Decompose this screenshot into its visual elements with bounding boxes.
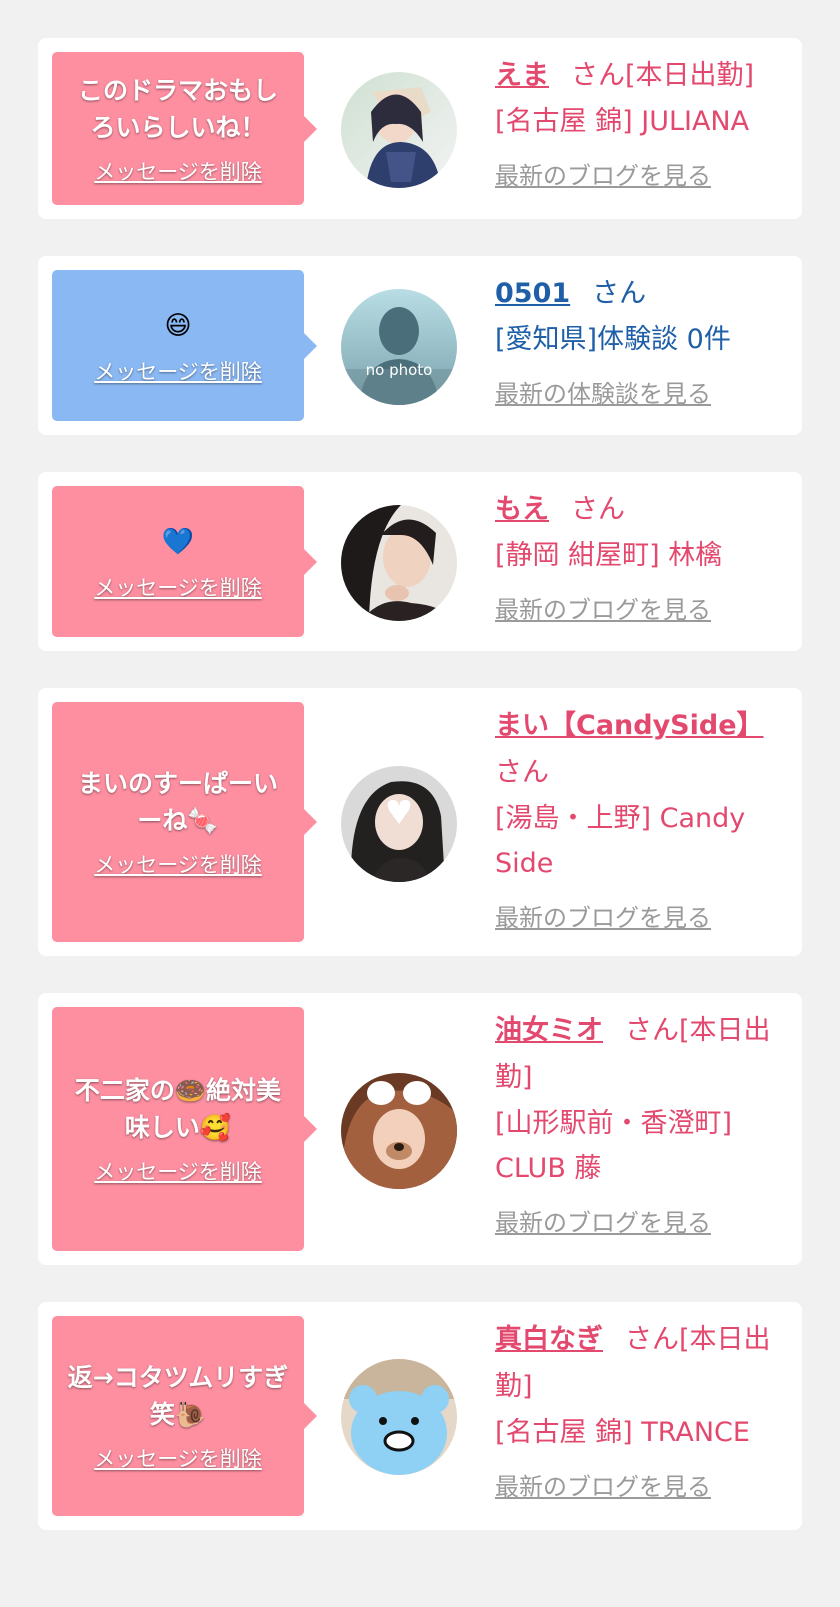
sender-name-link[interactable]: まい【CandySide】 <box>495 710 764 741</box>
sender-area: [名古屋 錦] JULIANA <box>495 106 750 137</box>
sender-info: まい【CandySide】 さん [湯島・上野] Candy Side 最新のブロ… <box>495 702 791 933</box>
avatar[interactable] <box>341 505 457 621</box>
message-card: 不二家の🍩絶対美味しい🥰 メッセージを削除 油女ミオ さん[本日出勤] [山形駅前… <box>38 993 802 1265</box>
message-bubble: 返→コタツムリすぎ笑🐌 メッセージを削除 <box>52 1316 317 1516</box>
message-bubble: このドラマおもしろいらしいね！ メッセージを削除 <box>52 52 317 205</box>
sender-info: 油女ミオ さん[本日出勤] [山形駅前・香澄町] CLUB 藤 最新のブログを見る <box>495 1007 791 1238</box>
message-card: 💙 メッセージを削除 もえ さん [静岡 紺屋町] 林檎 最新のブログを見る <box>38 472 802 651</box>
avatar[interactable] <box>341 72 457 188</box>
delete-message-link[interactable]: メッセージを削除 <box>94 1443 262 1473</box>
message-card: まいのすーぱーいーね🍬 メッセージを削除 まい【CandySide】 さん [湯島… <box>38 688 802 956</box>
message-card: このドラマおもしろいらしいね！ メッセージを削除 えま さん[本日出勤] [名古屋… <box>38 38 802 219</box>
delete-message-link[interactable]: メッセージを削除 <box>94 849 262 879</box>
message-text: まいのすーぱーいーね🍬 <box>77 769 278 835</box>
delete-message-link[interactable]: メッセージを削除 <box>94 156 262 186</box>
sender-area: [静岡 紺屋町] 林檎 <box>495 540 723 571</box>
delete-message-link[interactable]: メッセージを削除 <box>94 356 262 386</box>
avatar[interactable] <box>341 1073 457 1189</box>
sender-status: さん <box>495 757 549 788</box>
sender-info: もえ さん [静岡 紺屋町] 林檎 最新のブログを見る <box>495 486 791 625</box>
latest-blog-link[interactable]: 最新のブログを見る <box>495 898 711 933</box>
no-photo-label: no photo <box>365 361 433 379</box>
sender-status: さん <box>571 494 625 525</box>
sender-info: 真白なぎ さん[本日出勤] [名古屋 錦] TRANCE 最新のブログを見る <box>495 1316 791 1502</box>
sender-status: さん <box>592 278 647 309</box>
sender-area: [湯島・上野] Candy Side <box>495 803 746 879</box>
message-bubble: 💙 メッセージを削除 <box>52 486 317 637</box>
message-text: このドラマおもしろいらしいね！ <box>77 75 278 142</box>
avatar[interactable]: no photo <box>341 289 457 405</box>
delete-message-link[interactable]: メッセージを削除 <box>94 572 262 602</box>
avatar[interactable] <box>341 766 457 882</box>
message-card: 返→コタツムリすぎ笑🐌 メッセージを削除 真白なぎ さん[本日出勤] [名古屋 錦… <box>38 1302 802 1530</box>
message-text: 不二家の🍩絶対美味しい🥰 <box>74 1076 282 1142</box>
sender-area: [名古屋 錦] TRANCE <box>495 1417 750 1448</box>
delete-message-link[interactable]: メッセージを削除 <box>94 1156 262 1186</box>
latest-blog-link[interactable]: 最新のブログを見る <box>495 156 711 191</box>
avatar[interactable] <box>341 1359 457 1475</box>
sender-area: [山形駅前・香澄町] CLUB 藤 <box>495 1108 733 1184</box>
latest-blog-link[interactable]: 最新のブログを見る <box>495 590 711 625</box>
sender-name-link[interactable]: 油女ミオ <box>495 1015 603 1046</box>
sender-name-link[interactable]: えま <box>495 60 549 91</box>
sender-name-link[interactable]: 真白なぎ <box>495 1324 603 1355</box>
message-list: このドラマおもしろいらしいね！ メッセージを削除 えま さん[本日出勤] [名古屋… <box>0 0 840 1607</box>
message-bubble: まいのすーぱーいーね🍬 メッセージを削除 <box>52 702 317 942</box>
sender-status: さん[本日出勤] <box>571 60 755 91</box>
sender-info: 0501 さん [愛知県]体験談 0件 最新の体験談を見る <box>495 270 791 409</box>
message-bubble: 不二家の🍩絶対美味しい🥰 メッセージを削除 <box>52 1007 317 1251</box>
latest-blog-link[interactable]: 最新のブログを見る <box>495 1467 711 1502</box>
message-bubble: 😄 メッセージを削除 <box>52 270 317 421</box>
sender-area: [愛知県]体験談 0件 <box>495 324 731 355</box>
sender-info: えま さん[本日出勤] [名古屋 錦] JULIANA 最新のブログを見る <box>495 52 791 191</box>
sender-name-link[interactable]: もえ <box>495 494 549 525</box>
message-emoji: 😄 <box>164 310 192 341</box>
message-emoji: 💙 <box>161 526 195 557</box>
latest-blog-link[interactable]: 最新のブログを見る <box>495 1203 711 1238</box>
message-card: 😄 メッセージを削除 no photo 0501 さん [愛知県]体験談 0件 最… <box>38 256 802 435</box>
message-text: 返→コタツムリすぎ笑🐌 <box>67 1363 289 1429</box>
latest-review-link[interactable]: 最新の体験談を見る <box>495 374 711 409</box>
sender-name-link[interactable]: 0501 <box>495 278 570 309</box>
